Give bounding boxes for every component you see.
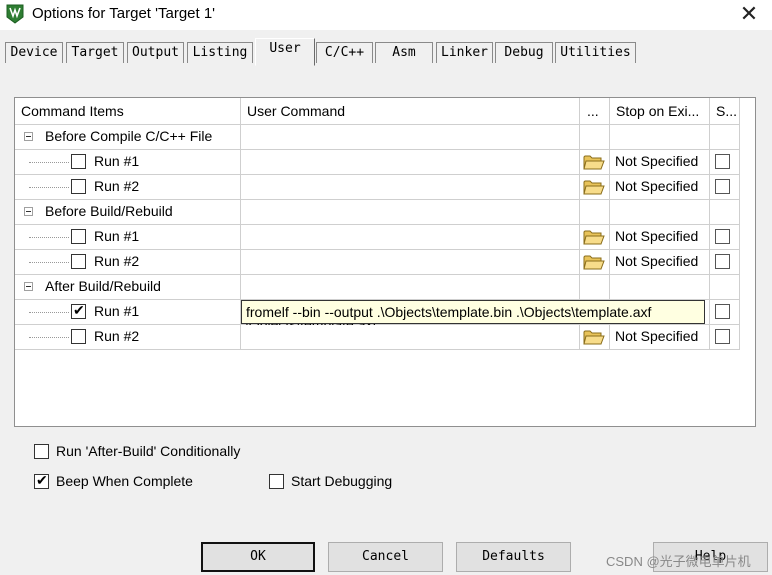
s-checkbox[interactable] (715, 329, 730, 344)
tree-line (29, 162, 69, 163)
user-command-input[interactable] (241, 175, 580, 200)
browse-button[interactable] (580, 175, 610, 200)
run-label: Run #1 (94, 303, 140, 319)
browse-button[interactable] (580, 225, 610, 250)
command-row[interactable]: Run #2 Not Specified (15, 175, 755, 200)
s-checkbox[interactable] (715, 179, 730, 194)
title-bar: Options for Target 'Target 1' ✕ (0, 0, 772, 30)
run-after-build-label: Run 'After-Build' Conditionally (56, 443, 241, 459)
watermark: CSDN @光子微电单片机 (606, 554, 751, 569)
user-command-input[interactable] (241, 225, 580, 250)
tab-asm[interactable]: Asm (375, 42, 433, 63)
app-logo-icon (6, 4, 24, 24)
tab-user[interactable]: User (255, 38, 315, 66)
cancel-button[interactable]: Cancel (328, 542, 443, 572)
browse-button[interactable] (580, 250, 610, 275)
folder-open-icon (583, 330, 605, 345)
run-checkbox[interactable] (71, 179, 86, 194)
run-checkbox-checked[interactable]: ✔ (71, 302, 86, 319)
tree-line (29, 262, 69, 263)
tab-linker[interactable]: Linker (436, 42, 493, 63)
command-row[interactable]: Run #2 Not Specified (15, 250, 755, 275)
stop-on-exit-value[interactable]: Not Specified (615, 228, 698, 244)
group-label: Before Compile C/C++ File (45, 128, 213, 144)
tab-debug[interactable]: Debug (495, 42, 553, 63)
header-stop-on-exit[interactable]: Stop on Exi... (610, 98, 710, 125)
tab-utilities[interactable]: Utilities (555, 42, 636, 63)
tab-device[interactable]: Device (5, 42, 63, 63)
command-row[interactable]: Run #2 Not Specified (15, 325, 755, 350)
browse-button[interactable] (580, 150, 610, 175)
collapse-icon[interactable] (24, 282, 33, 291)
user-command-input[interactable] (241, 325, 580, 350)
group-row[interactable]: Before Compile C/C++ File (15, 125, 755, 150)
user-command-input[interactable] (241, 150, 580, 175)
folder-open-icon (583, 230, 605, 245)
start-debugging-label: Start Debugging (291, 473, 393, 489)
collapse-icon[interactable] (24, 132, 33, 141)
run-label: Run #1 (94, 153, 140, 169)
window-title: Options for Target 'Target 1' (32, 5, 216, 22)
run-checkbox[interactable] (71, 229, 86, 244)
stop-on-exit-value[interactable]: Not Specified (615, 328, 698, 344)
stop-on-exit-value[interactable]: Not Specified (615, 153, 698, 169)
header-s[interactable]: S... (710, 98, 740, 125)
ok-button[interactable]: OK (201, 542, 315, 572)
s-checkbox[interactable] (715, 254, 730, 269)
start-debugging-checkbox[interactable] (269, 474, 284, 489)
folder-open-icon (583, 180, 605, 195)
header-user-command[interactable]: User Command (241, 98, 580, 125)
group-label: After Build/Rebuild (45, 278, 161, 294)
group-row[interactable]: After Build/Rebuild (15, 275, 755, 300)
tab-cpp[interactable]: C/C++ (316, 42, 373, 63)
tab-listing[interactable]: Listing (187, 42, 253, 63)
run-label: Run #2 (94, 178, 140, 194)
command-row[interactable]: Run #1 Not Specified (15, 225, 755, 250)
group-label: Before Build/Rebuild (45, 203, 173, 219)
tree-line (29, 187, 69, 188)
user-command-table: Command Items User Command ... Stop on E… (14, 97, 756, 427)
tab-strip: Device Target Output Listing User C/C++ … (5, 38, 765, 66)
run-checkbox[interactable] (71, 329, 86, 344)
stop-on-exit-value[interactable]: Not Specified (615, 253, 698, 269)
tab-output[interactable]: Output (127, 42, 184, 63)
s-checkbox[interactable] (715, 304, 730, 319)
tree-line (29, 312, 69, 313)
run-label: Run #2 (94, 328, 140, 344)
header-command-items[interactable]: Command Items (15, 98, 241, 125)
command-tooltip: fromelf --bin --output .\Objects\templat… (241, 300, 705, 324)
command-row[interactable]: Run #1 Not Specified (15, 150, 755, 175)
defaults-button[interactable]: Defaults (456, 542, 571, 572)
run-checkbox[interactable] (71, 254, 86, 269)
run-after-build-checkbox[interactable] (34, 444, 49, 459)
beep-checkbox[interactable]: ✔ (34, 472, 49, 489)
browse-button[interactable] (580, 325, 610, 350)
run-label: Run #2 (94, 253, 140, 269)
collapse-icon[interactable] (24, 207, 33, 216)
tree-line (29, 337, 69, 338)
stop-on-exit-value[interactable]: Not Specified (615, 178, 698, 194)
run-checkbox[interactable] (71, 154, 86, 169)
check-icon: ✔ (36, 472, 48, 488)
beep-label: Beep When Complete (56, 473, 193, 489)
header-browse[interactable]: ... (580, 98, 610, 125)
s-checkbox[interactable] (715, 229, 730, 244)
run-label: Run #1 (94, 228, 140, 244)
group-row[interactable]: Before Build/Rebuild (15, 200, 755, 225)
tab-target[interactable]: Target (66, 42, 124, 63)
close-icon[interactable]: ✕ (726, 0, 772, 30)
check-icon: ✔ (73, 302, 85, 318)
tree-line (29, 237, 69, 238)
folder-open-icon (583, 155, 605, 170)
folder-open-icon (583, 255, 605, 270)
s-checkbox[interactable] (715, 154, 730, 169)
user-command-input[interactable] (241, 250, 580, 275)
